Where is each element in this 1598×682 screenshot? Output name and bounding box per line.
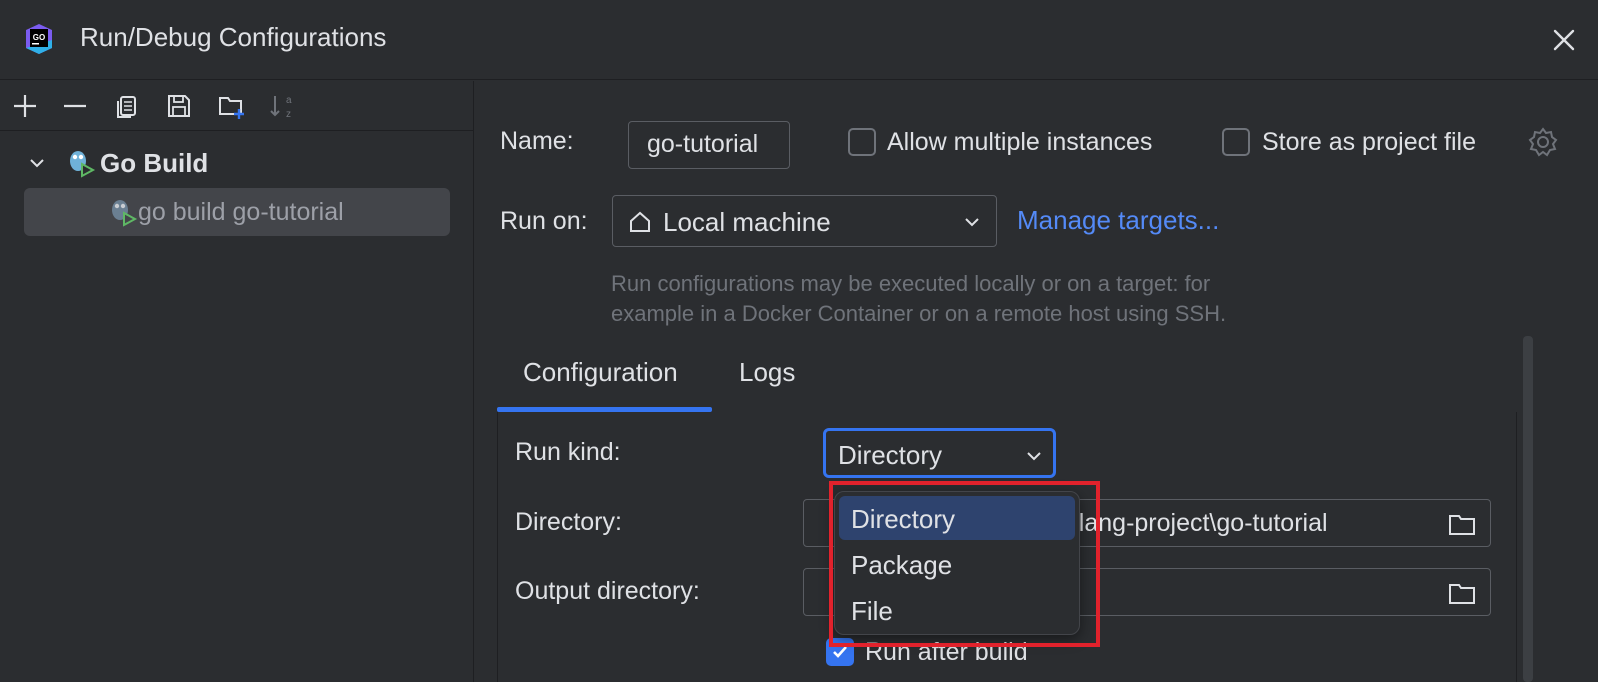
chevron-down-icon[interactable] [22, 148, 52, 178]
name-input[interactable]: go-tutorial [628, 121, 790, 169]
run-on-select[interactable]: Local machine [612, 195, 997, 247]
manage-targets-link[interactable]: Manage targets... [1017, 205, 1219, 236]
form-scrollbar[interactable] [1523, 336, 1533, 682]
svg-text:z: z [286, 109, 291, 120]
sort-icon: a z [270, 95, 292, 120]
dropdown-option-package[interactable]: Package [839, 542, 1075, 586]
chevron-down-icon [1027, 452, 1041, 461]
run-kind-dropdown: Directory Package File [834, 491, 1080, 635]
run-after-build-checkbox[interactable] [826, 638, 854, 666]
allow-multiple-label: Allow multiple instances [887, 128, 1153, 156]
sort-button[interactable]: a z [264, 89, 298, 123]
svg-text:a: a [286, 95, 292, 106]
run-on-label: Run on: [500, 207, 588, 235]
output-directory-label: Output directory: [515, 577, 700, 605]
remove-button[interactable] [58, 89, 92, 123]
run-kind-select[interactable]: Directory [823, 428, 1056, 478]
checkmark-icon [833, 646, 847, 658]
store-project-label: Store as project file [1262, 128, 1476, 156]
tab-logs[interactable]: Logs [739, 357, 795, 388]
tree-group-go-build[interactable]: Go Build [22, 143, 452, 183]
svg-text:GO: GO [33, 33, 45, 42]
hint-line-1: Run configurations may be executed local… [611, 271, 1211, 296]
run-after-build-label: Run after build [865, 638, 1028, 666]
configurations-sidebar: a z Go Build go build go-tutorial [0, 81, 474, 682]
dropdown-option-directory[interactable]: Directory [839, 496, 1075, 540]
tree-group-label: Go Build [100, 147, 209, 178]
home-icon [630, 211, 650, 232]
copy-icon [117, 96, 136, 118]
add-icon [14, 95, 36, 117]
run-kind-value: Directory [838, 440, 943, 470]
directory-label: Directory: [515, 508, 622, 536]
configurations-toolbar: a z [0, 81, 474, 131]
directory-value: golang-project\go-tutorial [1051, 509, 1328, 537]
name-label: Name: [500, 127, 574, 155]
folder-icon[interactable] [1447, 509, 1477, 539]
window-title: Run/Debug Configurations [80, 22, 387, 52]
folder-icon[interactable] [1447, 578, 1477, 608]
hint-line-2: example in a Docker Container or on a re… [611, 301, 1227, 326]
store-project-checkbox[interactable] [1222, 128, 1250, 156]
allow-multiple-checkbox[interactable] [848, 128, 876, 156]
run-on-value: Local machine [663, 207, 831, 237]
go-build-config-icon [112, 200, 138, 227]
add-button[interactable] [8, 89, 42, 123]
save-button[interactable] [162, 89, 196, 123]
gear-icon[interactable] [1527, 126, 1559, 158]
chevron-down-icon [965, 218, 979, 227]
go-build-icon [70, 151, 96, 178]
dropdown-option-file[interactable]: File [839, 588, 1075, 632]
save-icon [168, 95, 190, 117]
copy-button[interactable] [110, 89, 144, 123]
close-icon[interactable] [1548, 24, 1580, 56]
new-folder-icon [219, 97, 244, 119]
run-on-hint: Run configurations may be executed local… [611, 269, 1371, 329]
tree-item-go-build-go-tutorial[interactable]: go build go-tutorial [24, 188, 450, 236]
remove-icon [64, 104, 86, 108]
tree-item-label: go build go-tutorial [138, 197, 344, 226]
run-kind-label: Run kind: [515, 438, 621, 466]
title-bar: GO Run/Debug Configurations [0, 0, 1598, 80]
tab-configuration[interactable]: Configuration [523, 357, 678, 388]
goland-logo-icon: GO [26, 24, 52, 54]
new-folder-button[interactable] [214, 89, 248, 123]
